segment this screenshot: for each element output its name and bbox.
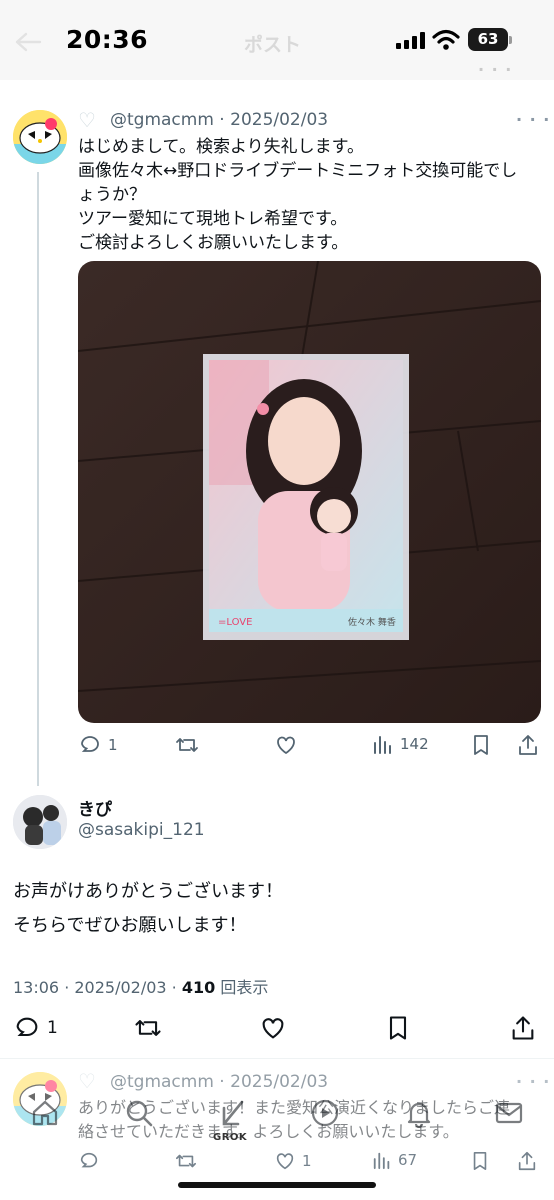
- share-button[interactable]: [516, 1150, 538, 1172]
- photo-logo: =LOVE: [218, 617, 252, 628]
- views-button[interactable]: 67: [372, 1150, 417, 1170]
- tweet-line: お声がけありがとうございます！: [13, 881, 283, 902]
- photo-caption: 佐々木 舞香: [348, 616, 396, 628]
- tweet-text: お声がけありがとうございます！ そちらでぜひお願いします！: [13, 875, 283, 943]
- like-icon: [277, 736, 295, 755]
- grok-label: GROK: [213, 1132, 248, 1143]
- views-count: 410: [181, 978, 216, 997]
- reply-icon: [80, 1152, 98, 1168]
- messages-icon[interactable]: [494, 1098, 524, 1128]
- share-icon: [519, 735, 537, 755]
- battery-level: 63: [468, 28, 508, 51]
- avatar[interactable]: [13, 110, 67, 164]
- retweet-icon: [176, 1154, 196, 1168]
- like-button[interactable]: 1: [274, 1150, 312, 1172]
- status-bar: 20:36 ポスト 63 · · ·: [0, 0, 554, 80]
- wifi-icon: [432, 29, 460, 50]
- battery-icon: 63: [468, 28, 512, 51]
- views-label: 回表示: [220, 978, 269, 997]
- share-icon: [512, 1016, 534, 1040]
- bottom-tab-bar: [0, 1086, 554, 1156]
- grok-icon[interactable]: [218, 1098, 248, 1128]
- like-icon: [276, 1153, 294, 1170]
- tweet-line: そちらでぜひお願いします！: [13, 915, 247, 936]
- tweet-line: ょうか？: [78, 185, 146, 205]
- tweet-text: はじめまして。検索より失礼します。 画像佐々木↔野口ドライブデートミニフォト交換…: [78, 135, 517, 255]
- heart-icon: ♡: [78, 108, 96, 132]
- handle[interactable]: @sasakipi_121: [78, 820, 205, 840]
- views-button[interactable]: 142: [372, 733, 429, 755]
- status-time: 20:36: [66, 25, 149, 54]
- retweet-button[interactable]: [174, 1150, 198, 1172]
- tweet-photo[interactable]: =LOVE 佐々木 舞香: [78, 261, 541, 723]
- bookmark-icon: [389, 1016, 407, 1040]
- tweet-date[interactable]: 2025/02/03: [74, 978, 166, 997]
- retweet-button[interactable]: [133, 1014, 163, 1042]
- reply-button[interactable]: [78, 1150, 100, 1172]
- notifications-icon[interactable]: [404, 1098, 434, 1128]
- action-bar: 1 67: [78, 1150, 548, 1180]
- share-button[interactable]: [516, 733, 540, 757]
- share-button[interactable]: [509, 1014, 537, 1042]
- tweet-line: ご検討よろしくお願いいたします。: [78, 233, 349, 253]
- bookmark-button[interactable]: [385, 1014, 411, 1042]
- views-icon: [373, 1152, 390, 1170]
- like-button[interactable]: [259, 1014, 287, 1042]
- views-count: 67: [398, 1151, 418, 1169]
- tweet-line: はじめまして。検索より失礼します。: [78, 137, 364, 157]
- like-icon: [262, 1018, 284, 1039]
- signal-icon: [396, 32, 426, 49]
- thread-line: [37, 172, 39, 786]
- retweet-icon: [135, 1020, 161, 1036]
- handle[interactable]: @tgmacmm: [110, 110, 214, 130]
- views-icon: [374, 736, 391, 754]
- avatar[interactable]: [13, 795, 67, 849]
- back-arrow-icon[interactable]: [14, 32, 42, 52]
- bookmark-button[interactable]: [470, 733, 492, 757]
- bookmark-button[interactable]: [470, 1150, 490, 1172]
- tweet-meta: 13:06 · 2025/02/03 · 410 回表示: [13, 978, 269, 997]
- more-icon[interactable]: · · ·: [478, 60, 512, 79]
- reply-button[interactable]: 1: [78, 733, 118, 757]
- tweet-line: ツアー愛知にて現地トレ希望です。: [78, 209, 348, 229]
- search-icon[interactable]: [124, 1098, 154, 1128]
- retweet-button[interactable]: [174, 733, 200, 757]
- reply-count: 1: [108, 736, 118, 754]
- like-button[interactable]: [274, 733, 298, 757]
- more-icon[interactable]: · · ·: [516, 110, 550, 129]
- action-bar: 1 142: [78, 733, 548, 763]
- bookmark-icon: [473, 1152, 487, 1170]
- action-bar: 1: [13, 1014, 543, 1044]
- home-indicator: [178, 1182, 376, 1188]
- share-icon: [518, 1151, 536, 1171]
- retweet-icon: [176, 738, 198, 752]
- reply-count: 1: [47, 1018, 58, 1038]
- reply-button[interactable]: 1: [13, 1014, 58, 1042]
- media-icon[interactable]: [310, 1098, 340, 1128]
- like-count: 1: [302, 1152, 312, 1170]
- divider: [0, 1058, 554, 1059]
- page-title: ポスト: [244, 34, 302, 56]
- tweet-time[interactable]: 13:06: [13, 978, 59, 997]
- home-icon[interactable]: [30, 1098, 60, 1128]
- tweet-line: 画像佐々木↔野口ドライブデートミニフォト交換可能でし: [78, 161, 518, 181]
- views-count: 142: [400, 735, 429, 753]
- date[interactable]: 2025/02/03: [230, 110, 328, 130]
- reply-icon: [81, 736, 99, 752]
- tweet-handle-line: @tgmacmm · 2025/02/03: [110, 110, 329, 130]
- bookmark-icon: [474, 735, 488, 755]
- reply-icon: [16, 1017, 38, 1037]
- display-name[interactable]: きぴ: [78, 795, 112, 820]
